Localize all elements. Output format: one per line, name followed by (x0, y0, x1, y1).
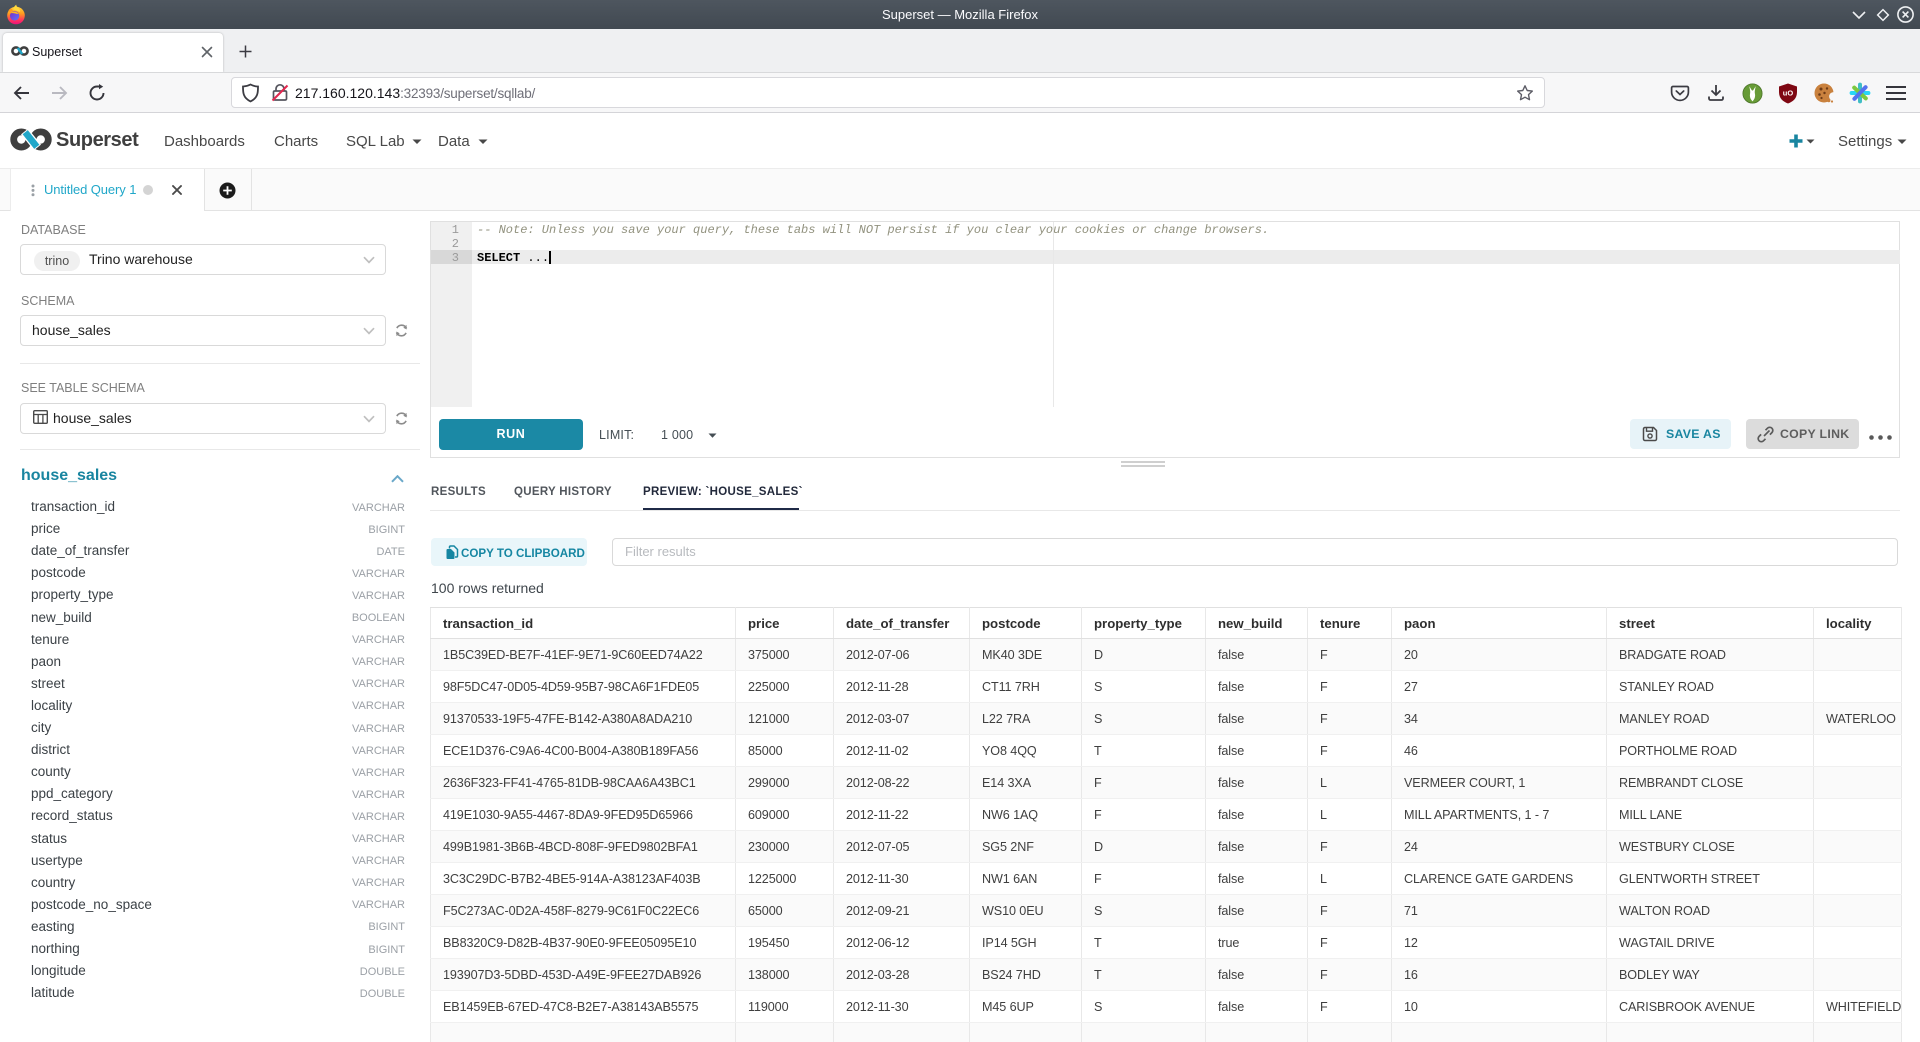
svg-text:uO: uO (1783, 89, 1794, 98)
